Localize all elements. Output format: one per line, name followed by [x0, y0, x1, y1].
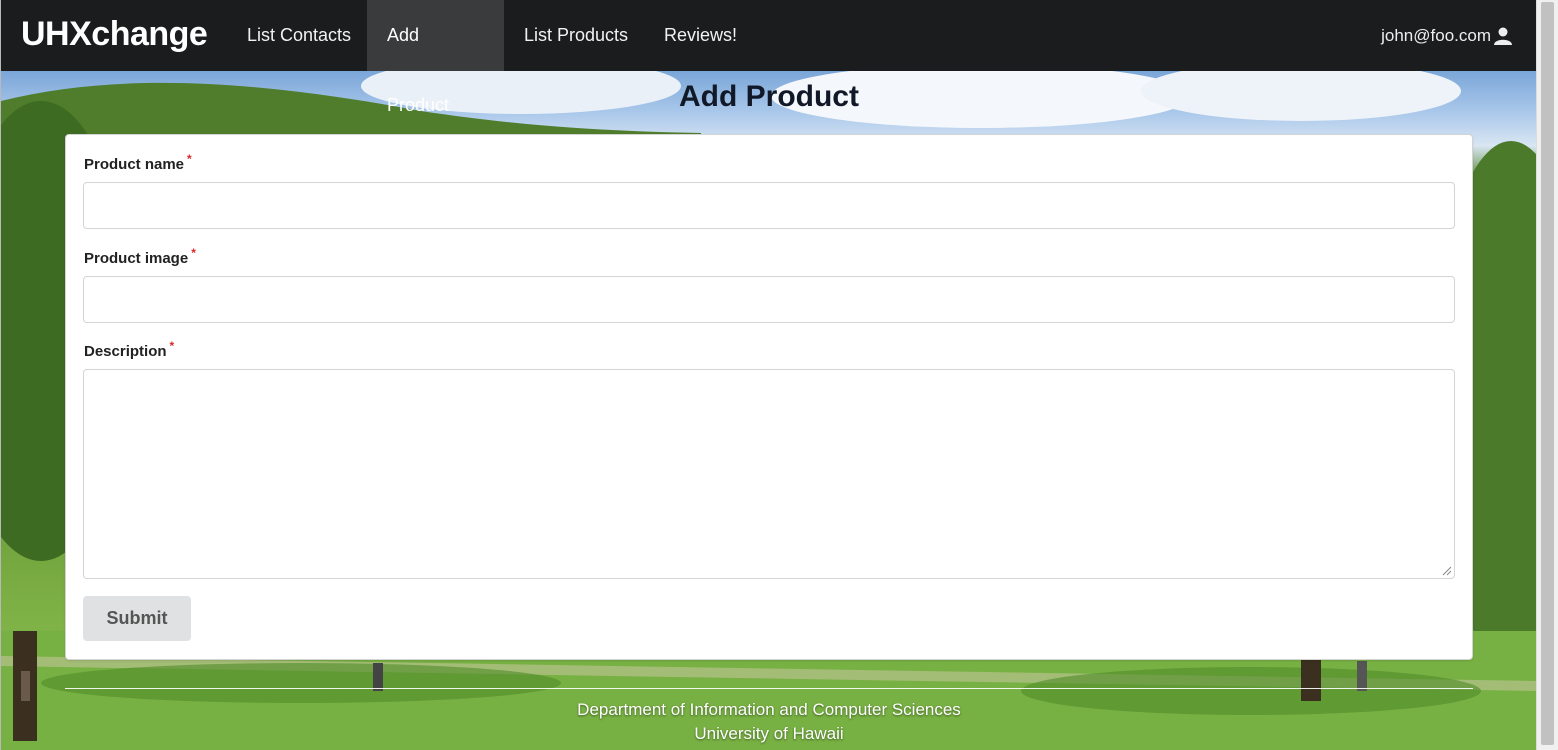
product-name-input[interactable] [83, 182, 1455, 229]
top-navbar: UHXchange List Contacts Add Product List… [1, 0, 1536, 115]
footer-divider [65, 688, 1473, 689]
brand-logo[interactable]: UHXchange [21, 12, 208, 56]
nav-item-list-contacts[interactable]: List Contacts [227, 0, 371, 71]
page-title: Add Product [679, 80, 859, 113]
description-textarea[interactable] [83, 369, 1455, 579]
product-name-label: Product name * [84, 152, 192, 173]
nav-item-reviews[interactable]: Reviews! [644, 0, 757, 71]
submit-button[interactable]: Submit [83, 596, 191, 641]
add-product-form: Product name * Product image * Description… [65, 134, 1473, 660]
product-image-input[interactable] [83, 276, 1455, 323]
required-mark: * [187, 152, 192, 166]
product-image-label-text: Product image [84, 250, 189, 267]
required-mark: * [191, 246, 196, 260]
footer-department: Department of Information and Computer S… [577, 700, 961, 719]
nav-item-add-product[interactable]: Add Product [367, 0, 504, 115]
nav-item-list-products[interactable]: List Products [504, 0, 648, 71]
description-label: Description * [84, 339, 174, 360]
browser-viewport: UHXchange List Contacts Add Product List… [0, 0, 1536, 750]
description-label-text: Description [84, 343, 167, 360]
product-name-label-text: Product name [84, 156, 185, 173]
user-email: john@foo.com [1381, 25, 1491, 45]
product-image-label: Product image * [84, 246, 196, 267]
required-mark: * [169, 339, 175, 353]
resize-grip-icon[interactable] [1442, 566, 1452, 576]
user-icon [1494, 27, 1512, 45]
user-menu[interactable]: john@foo.com [1381, 0, 1513, 71]
vertical-scrollbar[interactable] [1536, 0, 1558, 750]
scrollbar-thumb[interactable] [1541, 2, 1554, 745]
footer-university: University of Hawaii [694, 724, 844, 743]
